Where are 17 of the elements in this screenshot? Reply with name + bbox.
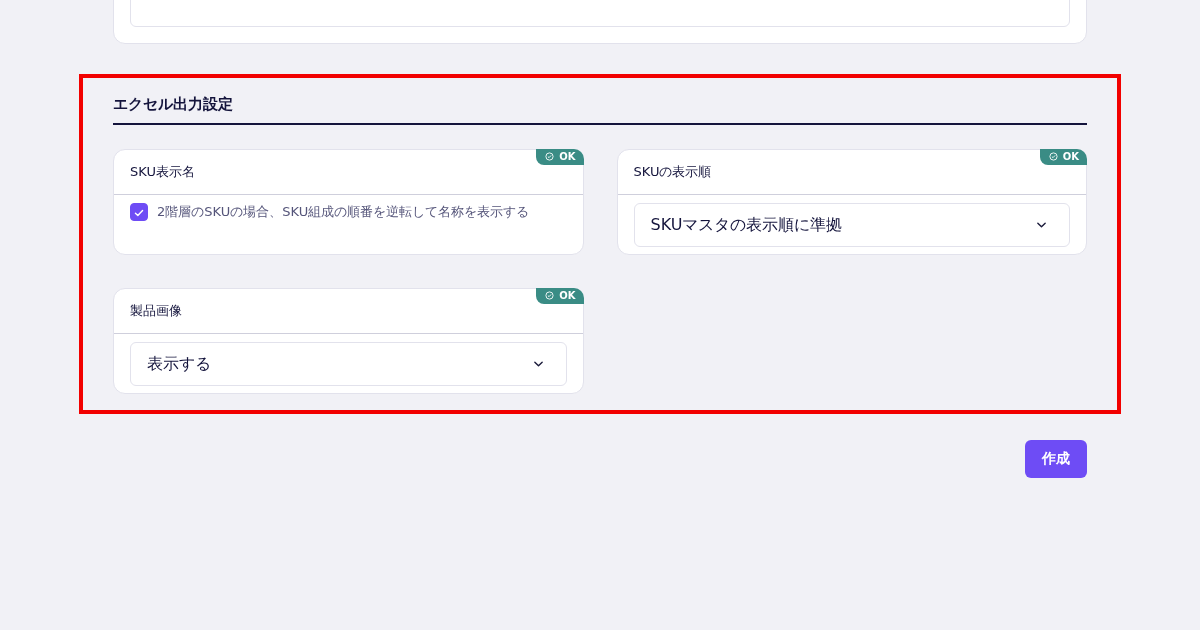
chevron-down-icon — [1036, 221, 1047, 229]
ok-badge: OK — [1039, 149, 1087, 165]
checkbox-label: 2階層のSKUの場合、SKU組成の順番を逆転して名称を表示する — [157, 203, 530, 221]
ok-badge: OK — [536, 288, 584, 304]
section-title: エクセル出力設定 — [113, 95, 1087, 125]
chevron-down-icon — [532, 360, 544, 368]
check-circle-icon — [1048, 152, 1058, 161]
ok-badge: OK — [536, 149, 584, 165]
select-field[interactable]: SKUマスタの表示順に準拠 — [633, 203, 1070, 247]
setting-label: SKU表示名 — [130, 163, 195, 181]
check-circle-icon — [545, 291, 555, 300]
checkbox[interactable] — [130, 203, 148, 221]
check-circle-icon — [545, 152, 555, 161]
setting-label: SKUの表示順 — [633, 163, 712, 181]
create-button[interactable]: 作成 — [1025, 440, 1087, 478]
select-field[interactable]: 表示する — [130, 342, 567, 386]
setting-label: 製品画像 — [130, 302, 182, 320]
